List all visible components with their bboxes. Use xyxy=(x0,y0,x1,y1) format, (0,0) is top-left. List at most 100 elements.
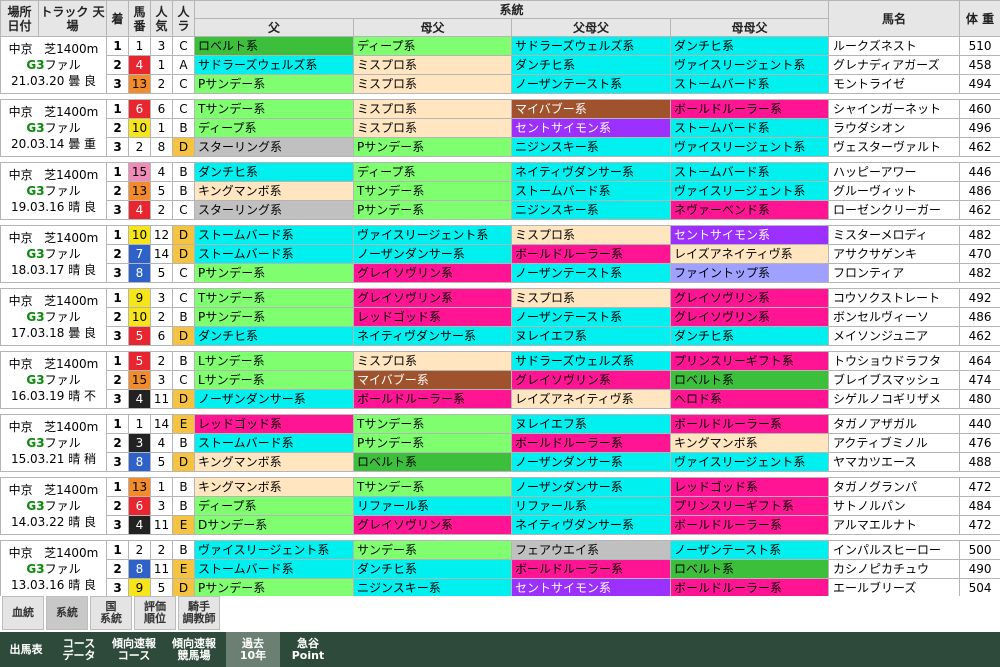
result-row: 中京 芝1400m G3ファル 18.03.17 晴 良 1 10 12 D ストームバード系… xyxy=(0,225,1000,283)
weight: 486 xyxy=(959,181,1000,201)
result-row: 中京 芝1400m G3ファル 17.03.18 曇 良 1 9 3 C Tサンデー系 グレイソ… xyxy=(0,288,1000,346)
race-date: 13.03.16 xyxy=(10,578,65,592)
result-row: 2 10 2 B Pサンデー系 レッドゴッド系 ノーザンテースト系 グレイソヴリン系 ボンセルヴ… xyxy=(1,307,1000,327)
horse-name[interactable]: コウソクストレート xyxy=(828,288,961,308)
rank: B xyxy=(172,181,195,201)
ninki: 5 xyxy=(150,263,173,283)
rank: B xyxy=(172,351,195,371)
horse-name[interactable]: ミスターメロディ xyxy=(828,225,961,245)
weight: 462 xyxy=(959,200,1000,220)
horse-name[interactable]: ラウダシオン xyxy=(828,118,961,138)
horse-name[interactable]: アサクサゲンキ xyxy=(828,244,961,264)
tab-1[interactable]: 系統 xyxy=(46,596,88,630)
race-place: 中京 xyxy=(8,105,33,119)
race-date: 19.03.16 xyxy=(10,200,65,214)
horse-name[interactable]: タガノグランパ xyxy=(828,477,961,497)
horse-name[interactable]: アルマエルナト xyxy=(828,515,961,535)
weight: 480 xyxy=(959,389,1000,409)
horse-name[interactable]: ブレイブスマッシュ xyxy=(828,370,961,390)
lineage-f: キングマンボ系 xyxy=(194,477,354,497)
race-ground: 重 xyxy=(84,137,97,151)
rank: D xyxy=(172,389,195,409)
race-date: 14.03.22 xyxy=(10,515,65,529)
lineage-ff: ネイティヴダンサー系 xyxy=(511,162,671,182)
bottom-nav-item-4[interactable]: 過去 10年 xyxy=(226,632,280,667)
lineage-f: Pサンデー系 xyxy=(194,578,354,598)
horse-name[interactable]: メイソンジュニア xyxy=(828,326,961,346)
tab-3[interactable]: 評価 順位 xyxy=(134,596,176,630)
lineage-mmf: ヴァイスリージェント系 xyxy=(669,137,830,157)
horse-name[interactable]: シャインガーネット xyxy=(828,99,961,119)
bottom-nav-item-5[interactable]: 急谷 Point xyxy=(280,632,336,667)
race-date: 20.03.14 xyxy=(10,137,65,151)
ninki: 14 xyxy=(150,244,173,264)
horse-name[interactable]: サトノルパン xyxy=(828,496,961,516)
ninki: 2 xyxy=(150,540,173,560)
race-date: 21.03.20 xyxy=(10,74,65,88)
rank: E xyxy=(172,515,195,535)
header-track: トラック 天 場 xyxy=(38,0,107,37)
tab-0[interactable]: 血統 xyxy=(2,596,44,630)
weight: 490 xyxy=(959,559,1000,579)
horse-name[interactable]: カシノピカチュウ xyxy=(828,559,961,579)
horse-name[interactable]: グルーヴィット xyxy=(828,181,961,201)
bottom-nav-item-2[interactable]: 傾向速報 コース xyxy=(106,632,162,667)
horse-name[interactable]: ルークズネスト xyxy=(828,36,961,56)
umaban: 8 xyxy=(128,559,151,579)
chaku: 2 xyxy=(106,370,129,390)
lineage-mmf: キングマンボ系 xyxy=(669,433,830,453)
lineage-ff: ミスプロ系 xyxy=(511,225,671,245)
chaku: 3 xyxy=(106,326,129,346)
lineage-ff: ノーザンダンサー系 xyxy=(511,477,671,497)
bottom-nav-item-3[interactable]: 傾向速報 競馬場 xyxy=(162,632,226,667)
umaban: 13 xyxy=(128,477,151,497)
chaku: 2 xyxy=(106,433,129,453)
weight: 462 xyxy=(959,137,1000,157)
race-place: 中京 xyxy=(8,168,33,182)
horse-name[interactable]: フロンティア xyxy=(828,263,961,283)
lineage-ff: セントサイモン系 xyxy=(511,118,671,138)
horse-name[interactable]: シゲルノコギリザメ xyxy=(828,389,961,409)
horse-name[interactable]: モントライゼ xyxy=(828,74,961,94)
lineage-ff: ボールドルーラー系 xyxy=(511,244,671,264)
race-info: 中京 芝1400m G3ファル 17.03.18 曇 良 xyxy=(0,288,107,346)
header-hahahahachichi: 母母父 xyxy=(669,18,830,37)
horse-name[interactable]: エールブリーズ xyxy=(828,578,961,598)
ninki: 11 xyxy=(150,515,173,535)
chaku: 3 xyxy=(106,389,129,409)
lineage-f: Pサンデー系 xyxy=(194,307,354,327)
horse-name[interactable]: ハッピーアワー xyxy=(828,162,961,182)
chaku: 3 xyxy=(106,200,129,220)
tab-2[interactable]: 国 系統 xyxy=(90,596,132,630)
horse-name[interactable]: タガノアザガル xyxy=(828,414,961,434)
bottom-nav-item-1[interactable]: コース データ xyxy=(52,632,106,667)
chaku: 1 xyxy=(106,351,129,371)
tab-4[interactable]: 騎手 調教師 xyxy=(178,596,220,630)
horse-name[interactable]: ボンセルヴィーソ xyxy=(828,307,961,327)
bottom-nav-item-0[interactable]: 出馬表 xyxy=(0,632,52,667)
race-track: 芝1400m xyxy=(44,483,99,497)
lineage-f: レッドゴッド系 xyxy=(194,414,354,434)
horse-name[interactable]: グレナディアガーズ xyxy=(828,55,961,75)
chaku: 1 xyxy=(106,99,129,119)
race-track: 芝1400m xyxy=(44,294,99,308)
lineage-mmf: ヴァイスリージェント系 xyxy=(669,452,830,472)
horse-name[interactable]: トウショウドラフタ xyxy=(828,351,961,371)
lineage-ff: ストームバード系 xyxy=(511,181,671,201)
horse-name[interactable]: ヤマカツエース xyxy=(828,452,961,472)
lineage-f: Pサンデー系 xyxy=(194,74,354,94)
race-grade: G3 xyxy=(26,436,45,450)
race-track: 芝1400m xyxy=(44,420,99,434)
horse-name[interactable]: アクティブミノル xyxy=(828,433,961,453)
lineage-f: Lサンデー系 xyxy=(194,351,354,371)
lineage-mf: ボールドルーラー系 xyxy=(353,389,512,409)
result-row: 3 2 8 D スターリング系 Pサンデー系 ニジンスキー系 ヴァイスリージェント系 ヴェスター… xyxy=(1,137,1000,157)
horse-name[interactable]: インパルスヒーロー xyxy=(828,540,961,560)
horse-name[interactable]: ローゼンクリーガー xyxy=(828,200,961,220)
lineage-mmf: プリンスリーギフト系 xyxy=(669,496,830,516)
horse-name[interactable]: ヴェスターヴァルト xyxy=(828,137,961,157)
result-row: 3 5 6 D ダンチヒ系 ネイティヴダンサー系 ヌレイエフ系 ダンチヒ系 メイソンジュニア 46… xyxy=(1,326,1000,346)
race-ground: 良 xyxy=(84,74,97,88)
umaban: 4 xyxy=(128,200,151,220)
race-weather: 晴 xyxy=(68,515,81,529)
